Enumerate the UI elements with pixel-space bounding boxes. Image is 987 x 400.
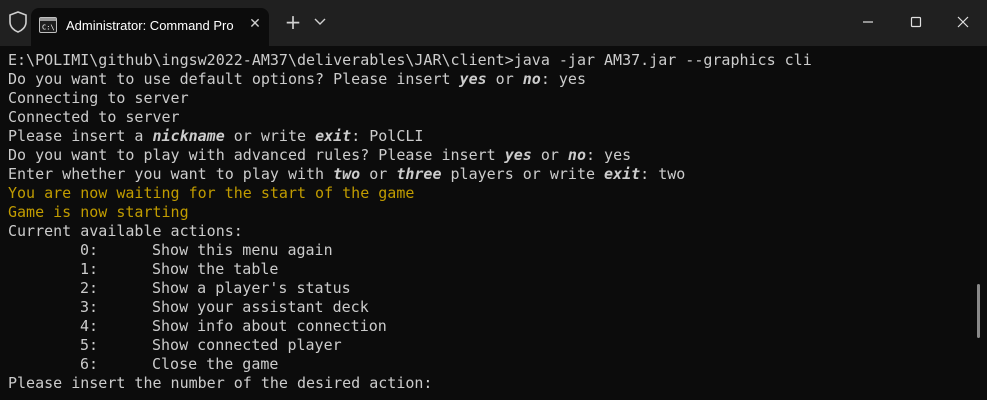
action-key: 0: — [80, 241, 99, 259]
action-label: Show your assistant deck — [152, 298, 369, 316]
connecting-line: Connecting to server — [8, 89, 189, 107]
tab-command-prompt[interactable]: C:\ Administrator: Command Pro ✕ — [31, 8, 269, 46]
maximize-icon[interactable] — [908, 14, 924, 30]
action-key: 2: — [80, 279, 99, 297]
svg-text:C:\: C:\ — [42, 24, 55, 32]
action-label: Show a player's status — [152, 279, 351, 297]
new-tab-icon[interactable]: + — [283, 12, 303, 32]
final-prompt-line: Please insert the number of the desired … — [8, 374, 433, 392]
close-window-icon[interactable] — [955, 14, 971, 30]
command-prompt-icon: C:\ — [39, 17, 57, 33]
tab-close-icon[interactable]: ✕ — [248, 17, 262, 31]
action-key: 3: — [80, 298, 99, 316]
title-bar: C:\ Administrator: Command Pro ✕ + — [0, 0, 987, 46]
nickname-line: Please insert a nickname or write exit: … — [8, 127, 424, 145]
action-key: 6: — [80, 355, 99, 373]
action-label: Close the game — [152, 355, 279, 373]
advanced-rules-line: Do you want to play with advanced rules?… — [8, 146, 632, 164]
players-line: Enter whether you want to play with two … — [8, 165, 686, 183]
action-label: Show connected player — [152, 336, 342, 354]
starting-line: Game is now starting — [8, 203, 189, 221]
action-label: Show info about connection — [152, 317, 387, 335]
actions-header: Current available actions: — [8, 222, 243, 240]
action-key: 1: — [80, 260, 99, 278]
shield-icon — [9, 11, 27, 33]
terminal-output[interactable]: E:\POLIMI\github\ingsw2022-AM37\delivera… — [0, 46, 987, 400]
scrollbar-thumb[interactable] — [977, 284, 980, 338]
action-key: 5: — [80, 336, 99, 354]
waiting-line: You are now waiting for the start of the… — [8, 184, 415, 202]
default-options-line: Do you want to use default options? Plea… — [8, 70, 586, 88]
tab-title: Administrator: Command Pro — [66, 18, 234, 33]
command-line: E:\POLIMI\github\ingsw2022-AM37\delivera… — [8, 51, 812, 69]
action-key: 4: — [80, 317, 99, 335]
connected-line: Connected to server — [8, 108, 180, 126]
action-label: Show this menu again — [152, 241, 333, 259]
action-label: Show the table — [152, 260, 279, 278]
minimize-icon[interactable] — [860, 14, 876, 30]
chevron-down-icon[interactable] — [314, 17, 326, 27]
